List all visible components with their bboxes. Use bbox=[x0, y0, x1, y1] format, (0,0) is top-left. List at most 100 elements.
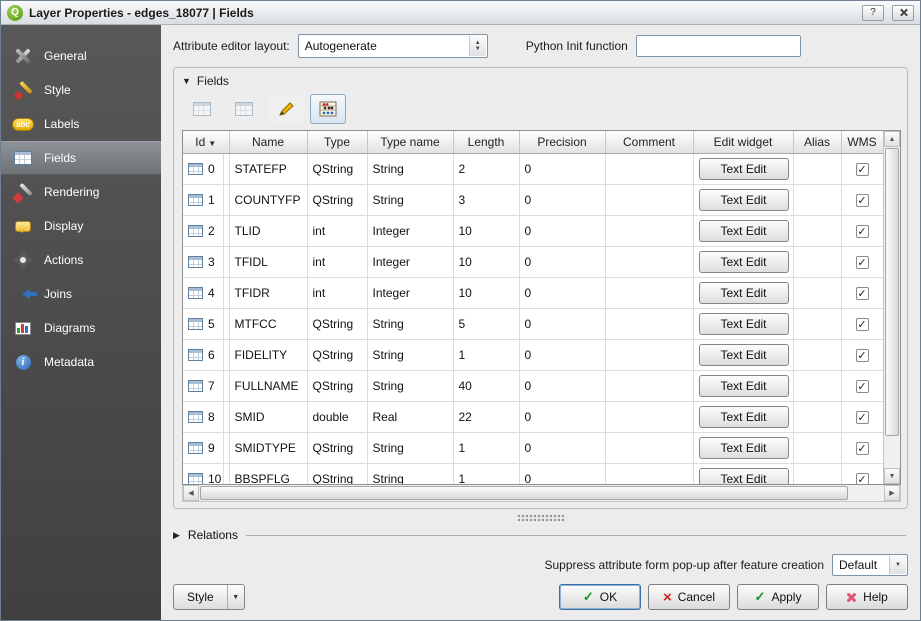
cell-type[interactable]: QString bbox=[307, 308, 367, 339]
cell-name[interactable]: TFIDR bbox=[229, 277, 307, 308]
cell-alias[interactable] bbox=[793, 432, 841, 463]
cell-name[interactable]: STATEFP bbox=[229, 153, 307, 184]
horizontal-scrollbar[interactable]: ◀ ▶ bbox=[182, 485, 901, 502]
cell-length[interactable]: 1 bbox=[453, 463, 519, 485]
table-row[interactable]: 1 COUNTYFP QString String 3 0 Text Edit bbox=[183, 184, 883, 215]
cell-length[interactable]: 1 bbox=[453, 432, 519, 463]
cell-alias[interactable] bbox=[793, 215, 841, 246]
cell-length[interactable]: 10 bbox=[453, 246, 519, 277]
cell-id[interactable]: 1 bbox=[183, 184, 229, 215]
sidebar-item-actions[interactable]: Actions bbox=[1, 243, 161, 277]
titlebar[interactable]: Layer Properties - edges_18077 | Fields … bbox=[1, 1, 920, 25]
sidebar-item-fields[interactable]: Fields bbox=[1, 141, 161, 175]
cell-name[interactable]: TFIDL bbox=[229, 246, 307, 277]
cell-id[interactable]: 6 bbox=[183, 339, 229, 370]
table-row[interactable]: 2 TLID int Integer 10 0 Text Edit bbox=[183, 215, 883, 246]
scroll-right-icon[interactable]: ▶ bbox=[884, 485, 900, 501]
cell-type[interactable]: QString bbox=[307, 153, 367, 184]
cell-id[interactable]: 0 bbox=[183, 153, 229, 184]
edit-widget-button[interactable]: Text Edit bbox=[699, 313, 789, 335]
relations-group-header[interactable]: ▶ Relations bbox=[173, 526, 908, 544]
cell-precision[interactable]: 0 bbox=[519, 153, 605, 184]
window-help-button[interactable]: ? bbox=[862, 5, 884, 21]
table-row[interactable]: 3 TFIDL int Integer 10 0 Text Edit bbox=[183, 246, 883, 277]
header-alias[interactable]: Alias bbox=[793, 131, 841, 153]
cell-id[interactable]: 8 bbox=[183, 401, 229, 432]
cell-type[interactable]: int bbox=[307, 215, 367, 246]
cancel-button[interactable]: Cancel bbox=[648, 584, 730, 610]
sidebar-item-joins[interactable]: Joins bbox=[1, 277, 161, 311]
header-type[interactable]: Type bbox=[307, 131, 367, 153]
chevron-down-icon[interactable]: ▼ bbox=[227, 585, 244, 609]
scroll-up-icon[interactable]: ▲ bbox=[884, 131, 900, 147]
cell-name[interactable]: MTFCC bbox=[229, 308, 307, 339]
cell-length[interactable]: 10 bbox=[453, 277, 519, 308]
cell-precision[interactable]: 0 bbox=[519, 308, 605, 339]
edit-widget-button[interactable]: Text Edit bbox=[699, 158, 789, 180]
cell-type-name[interactable]: String bbox=[367, 184, 453, 215]
cell-alias[interactable] bbox=[793, 246, 841, 277]
cell-id[interactable]: 7 bbox=[183, 370, 229, 401]
edit-widget-button[interactable]: Text Edit bbox=[699, 189, 789, 211]
edit-widget-button[interactable]: Text Edit bbox=[699, 375, 789, 397]
sidebar-item-labels[interactable]: Labels bbox=[1, 107, 161, 141]
cell-comment[interactable] bbox=[605, 277, 693, 308]
cell-length[interactable]: 1 bbox=[453, 339, 519, 370]
cell-precision[interactable]: 0 bbox=[519, 463, 605, 485]
cell-comment[interactable] bbox=[605, 215, 693, 246]
wms-checkbox[interactable] bbox=[856, 473, 869, 486]
edit-widget-button[interactable]: Text Edit bbox=[699, 468, 789, 486]
suppress-form-select[interactable]: Default ▼ bbox=[832, 554, 908, 576]
cell-precision[interactable]: 0 bbox=[519, 401, 605, 432]
cell-type-name[interactable]: String bbox=[367, 370, 453, 401]
sidebar-item-general[interactable]: General bbox=[1, 39, 161, 73]
cell-type-name[interactable]: Integer bbox=[367, 246, 453, 277]
edit-widget-button[interactable]: Text Edit bbox=[699, 220, 789, 242]
cell-type-name[interactable]: String bbox=[367, 432, 453, 463]
cell-type[interactable]: int bbox=[307, 246, 367, 277]
apply-button[interactable]: Apply bbox=[737, 584, 819, 610]
cell-alias[interactable] bbox=[793, 463, 841, 485]
panel-splitter[interactable] bbox=[173, 514, 908, 522]
cell-length[interactable]: 2 bbox=[453, 153, 519, 184]
dropdown-arrow-icon[interactable]: ▼ bbox=[889, 556, 906, 574]
python-init-input[interactable] bbox=[636, 35, 801, 57]
edit-widget-button[interactable]: Text Edit bbox=[699, 406, 789, 428]
wms-checkbox[interactable] bbox=[856, 163, 869, 176]
cell-id[interactable]: 3 bbox=[183, 246, 229, 277]
cell-length[interactable]: 40 bbox=[453, 370, 519, 401]
cell-alias[interactable] bbox=[793, 308, 841, 339]
cell-alias[interactable] bbox=[793, 339, 841, 370]
cell-id[interactable]: 4 bbox=[183, 277, 229, 308]
edit-widget-button[interactable]: Text Edit bbox=[699, 344, 789, 366]
help-button[interactable]: Help bbox=[826, 584, 908, 610]
cell-name[interactable]: FULLNAME bbox=[229, 370, 307, 401]
cell-length[interactable]: 5 bbox=[453, 308, 519, 339]
cell-id[interactable]: 9 bbox=[183, 432, 229, 463]
cell-name[interactable]: BBSPFLG bbox=[229, 463, 307, 485]
cell-name[interactable]: SMIDTYPE bbox=[229, 432, 307, 463]
vertical-scrollbar[interactable]: ▲ ▼ bbox=[883, 131, 900, 484]
cell-comment[interactable] bbox=[605, 432, 693, 463]
header-edit-widget[interactable]: Edit widget bbox=[693, 131, 793, 153]
cell-type-name[interactable]: String bbox=[367, 463, 453, 485]
table-row[interactable]: 8 SMID double Real 22 0 Text Edit bbox=[183, 401, 883, 432]
cell-id[interactable]: 2 bbox=[183, 215, 229, 246]
header-precision[interactable]: Precision bbox=[519, 131, 605, 153]
cell-precision[interactable]: 0 bbox=[519, 370, 605, 401]
cell-type[interactable]: int bbox=[307, 277, 367, 308]
window-close-button[interactable] bbox=[892, 5, 914, 21]
sidebar-item-display[interactable]: Display bbox=[1, 209, 161, 243]
cell-type[interactable]: QString bbox=[307, 370, 367, 401]
cell-type[interactable]: QString bbox=[307, 463, 367, 485]
style-menu-button[interactable]: Style ▼ bbox=[173, 584, 245, 610]
attribute-editor-layout-select[interactable]: Autogenerate ▲▼ bbox=[298, 34, 488, 58]
wms-checkbox[interactable] bbox=[856, 194, 869, 207]
cell-length[interactable]: 22 bbox=[453, 401, 519, 432]
scroll-left-icon[interactable]: ◀ bbox=[183, 485, 199, 501]
cell-length[interactable]: 3 bbox=[453, 184, 519, 215]
cell-precision[interactable]: 0 bbox=[519, 339, 605, 370]
cell-name[interactable]: FIDELITY bbox=[229, 339, 307, 370]
wms-checkbox[interactable] bbox=[856, 318, 869, 331]
wms-checkbox[interactable] bbox=[856, 256, 869, 269]
